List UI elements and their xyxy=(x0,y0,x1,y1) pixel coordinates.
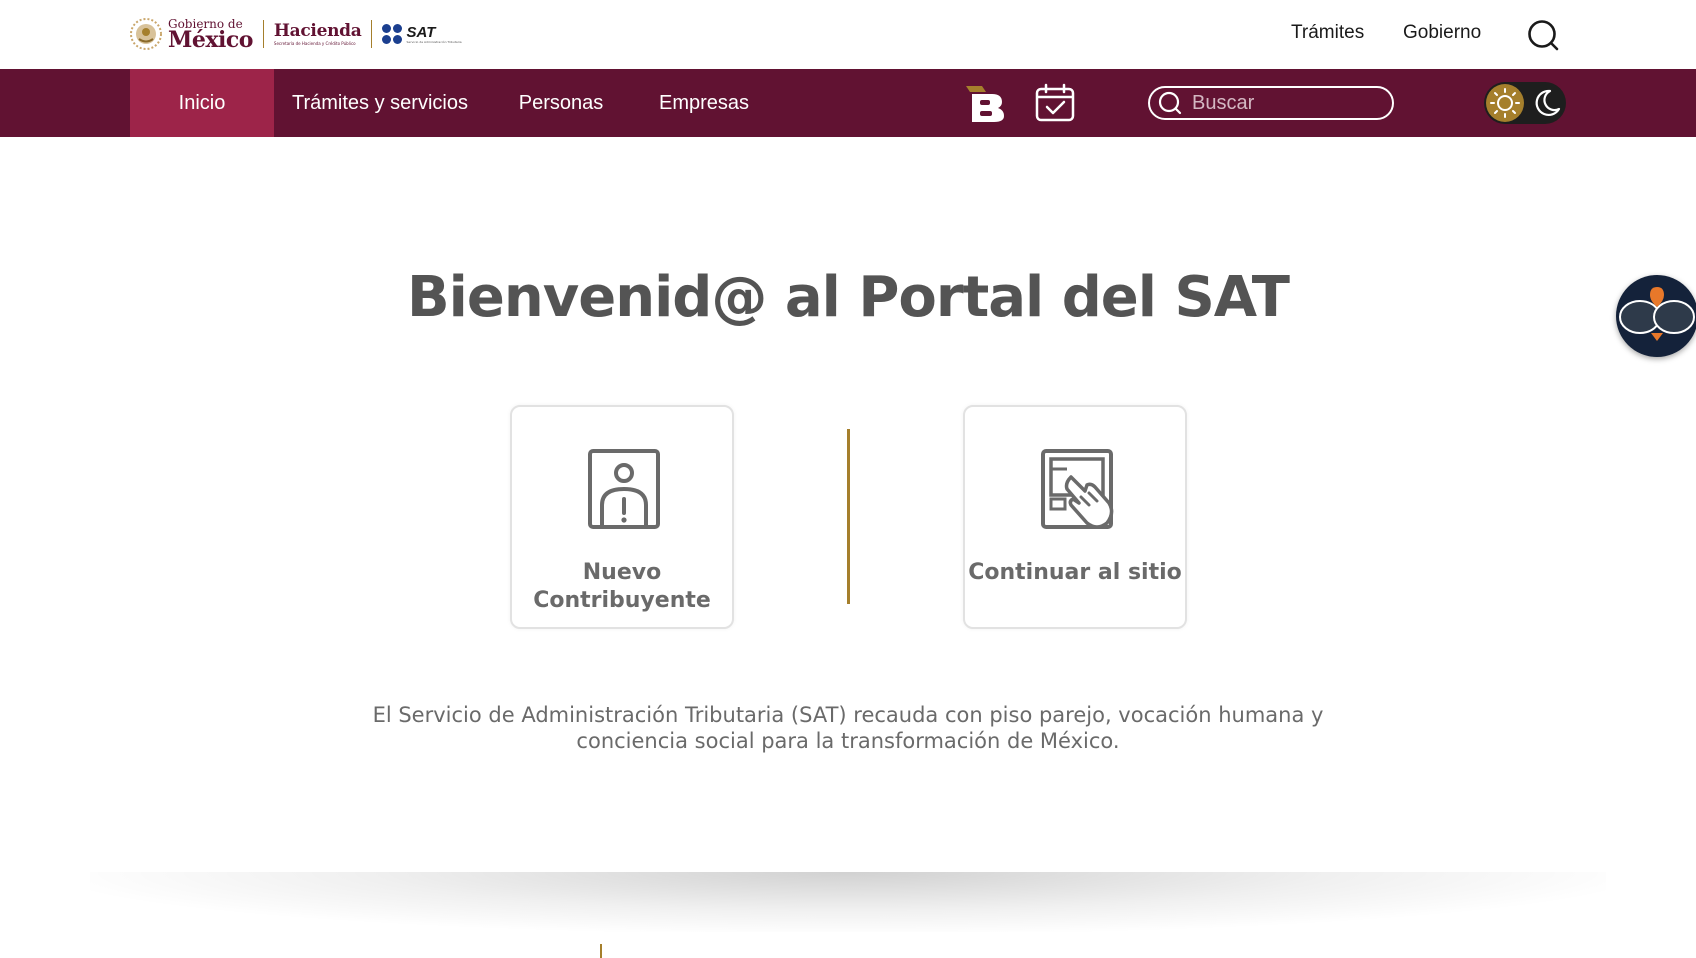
section-shadow xyxy=(90,872,1606,932)
top-header: Gobierno de México Hacienda Secretaría d… xyxy=(0,0,1696,69)
nav-search-box[interactable] xyxy=(1148,86,1394,120)
theme-toggle[interactable] xyxy=(1484,82,1566,124)
search-icon xyxy=(1158,91,1182,115)
page-title: Bienvenid@ al Portal del SAT xyxy=(407,265,1290,330)
sat-subtext: Servicio de Administración Tributaria xyxy=(406,39,462,44)
top-link-gobierno[interactable]: Gobierno xyxy=(1403,22,1481,44)
nav-item-empresas[interactable]: Empresas xyxy=(654,69,754,137)
hacienda-subtext: Secretaría de Hacienda y Crédito Público xyxy=(273,40,356,46)
search-input[interactable] xyxy=(1192,91,1372,115)
sun-button[interactable] xyxy=(1486,84,1524,122)
gobierno-mexico-logo[interactable]: Gobierno de México xyxy=(129,17,253,51)
sat-description: El Servicio de Administración Tributaria… xyxy=(372,703,1324,753)
nuevo-contribuyente-label: Nuevo Contribuyente xyxy=(533,560,711,613)
hacienda-logo[interactable]: Hacienda Secretaría de Hacienda y Crédit… xyxy=(273,20,362,46)
sat-logo[interactable]: SAT Servicio de Administración Tributari… xyxy=(382,23,462,44)
continuar-sitio-label: Continuar al sitio xyxy=(968,560,1182,585)
mexico-text: México xyxy=(168,26,253,53)
sun-icon xyxy=(1490,88,1520,118)
header-logos[interactable]: Gobierno de México Hacienda Secretaría d… xyxy=(129,14,462,54)
logo-separator xyxy=(371,20,373,48)
bottom-accent-mark xyxy=(600,944,602,958)
calendar-check-icon[interactable] xyxy=(1033,82,1077,124)
moon-icon[interactable] xyxy=(1528,84,1566,122)
b-logo-icon[interactable] xyxy=(962,82,1006,124)
owl-assistant-icon xyxy=(1619,287,1695,341)
sat-dots-icon xyxy=(382,24,403,44)
sat-text: SAT xyxy=(406,23,436,41)
vertical-divider xyxy=(847,429,850,604)
person-alert-icon xyxy=(588,449,660,529)
logo-separator xyxy=(262,20,264,48)
nav-item-personas[interactable]: Personas xyxy=(505,69,617,137)
main-nav: Inicio Trámites y servicios Personas Emp… xyxy=(0,69,1696,137)
top-link-tramites[interactable]: Trámites xyxy=(1291,22,1364,44)
search-icon[interactable] xyxy=(1526,18,1560,52)
continuar-sitio-card[interactable]: Continuar al sitio xyxy=(963,405,1187,629)
nav-item-tramites-servicios[interactable]: Trámites y servicios xyxy=(282,69,478,137)
hand-touch-screen-icon xyxy=(1041,449,1114,529)
escudo-icon xyxy=(130,18,162,50)
virtual-assistant-button[interactable] xyxy=(1616,275,1696,357)
nuevo-contribuyente-card[interactable]: Nuevo Contribuyente xyxy=(510,405,734,629)
hacienda-text: Hacienda xyxy=(273,20,362,41)
nav-item-inicio[interactable]: Inicio xyxy=(130,69,274,137)
